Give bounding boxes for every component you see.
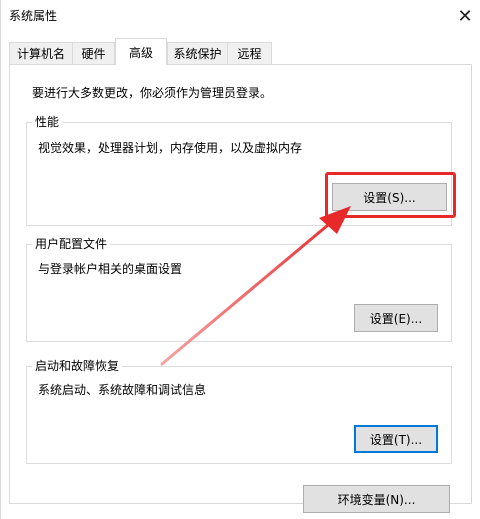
startup-recovery-title: 启动和故障恢复 (32, 359, 123, 373)
tab-advanced[interactable]: 高级 (115, 38, 167, 65)
system-properties-window: 系统属性 ✕ 计算机名 硬件 高级 系统保护 远程 要进行大多数更改，你必须作为… (0, 0, 480, 519)
user-profiles-title: 用户配置文件 (32, 237, 111, 251)
tab-remote[interactable]: 远程 (227, 42, 272, 64)
tab-computer-name[interactable]: 计算机名 (9, 42, 73, 64)
window-title: 系统属性 (9, 9, 58, 23)
title-bar: 系统属性 ✕ (1, 0, 480, 32)
startup-recovery-description: 系统启动、系统故障和调试信息 (38, 383, 207, 397)
tab-hardware[interactable]: 硬件 (72, 42, 115, 64)
startup-recovery-settings-button[interactable]: 设置(T)... (354, 425, 438, 453)
performance-title: 性能 (32, 115, 63, 129)
performance-description: 视觉效果，处理器计划，内存使用，以及虚拟内存 (38, 141, 303, 155)
close-icon[interactable]: ✕ (449, 0, 480, 32)
tab-strip: 计算机名 硬件 高级 系统保护 远程 (1, 38, 480, 66)
tab-system-protection[interactable]: 系统保护 (167, 42, 228, 64)
performance-settings-button[interactable]: 设置(S)... (332, 183, 447, 211)
environment-variables-button[interactable]: 环境变量(N)... (303, 485, 450, 513)
user-profiles-settings-button[interactable]: 设置(E)... (354, 304, 438, 332)
admin-note: 要进行大多数更改，你必须作为管理员登录。 (32, 86, 273, 100)
user-profiles-description: 与登录帐户相关的桌面设置 (38, 262, 183, 276)
